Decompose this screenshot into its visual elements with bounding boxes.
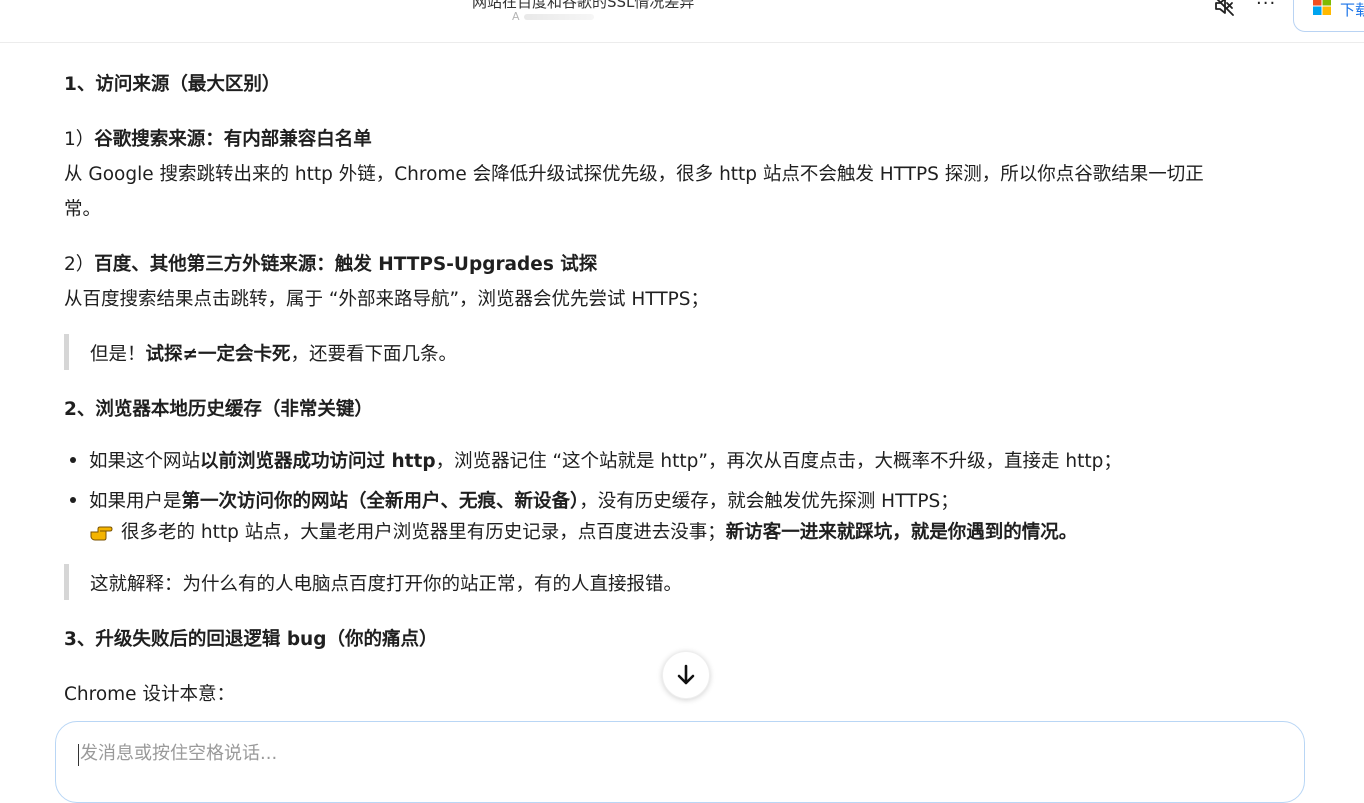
subpoint-2-body: 从百度搜索结果点击跳转，属于 “外部来路导航”，浏览器会优先尝试 HTTPS； (64, 289, 710, 310)
more-icon[interactable]: ··· (1256, 0, 1276, 14)
section-heading-1: 1、访问来源（最大区别） (64, 74, 281, 95)
header-bar: 网站在百度和谷歌的SSL情况差异 A ··· 下载 (0, 0, 1364, 43)
message-input[interactable] (78, 742, 1182, 765)
bullet-dot (70, 497, 76, 503)
list-item-text: 如果这个网站以前浏览器成功访问过 http，浏览器记住 “这个站就是 http”… (89, 451, 1122, 472)
subpoint-1-body-line1: 从 Google 搜索跳转出来的 http 外链，Chrome 会降低升级试探优… (64, 164, 1204, 185)
conversation-subtitle: A (512, 10, 598, 24)
speaker-mute-icon[interactable] (1212, 0, 1236, 18)
blockquote-1-text: 但是！试探≠一定会卡死，还要看下面几条。 (90, 344, 458, 365)
section-heading-2: 2、浏览器本地历史缓存（非常关键） (64, 399, 373, 420)
scroll-to-bottom-button[interactable] (662, 651, 710, 699)
download-label: 下载 (1340, 1, 1364, 19)
list-item-text: 如果用户是第一次访问你的网站（全新用户、无痕、新设备），没有历史缓存，就会触发优… (89, 491, 959, 512)
blockquote-1: 但是！试探≠一定会卡死，还要看下面几条。 (64, 334, 1269, 370)
download-button[interactable]: 下载 (1293, 0, 1364, 32)
pointing-hand-icon (90, 526, 113, 541)
subpoint-2-title: 2）百度、其他第三方外链来源：触发 HTTPS-Upgrades 试探 (64, 254, 598, 275)
microsoft-logo-icon (1313, 0, 1331, 15)
blockquote-2: 这就解释：为什么有的人电脑点百度打开你的站正常，有的人直接报错。 (64, 564, 1269, 600)
subpoint-1-body-line2: 常。 (64, 199, 102, 220)
section-heading-3: 3、升级失败后的回退逻辑 bug（你的痛点） (64, 629, 438, 650)
list-item-text: 很多老的 http 站点，大量老用户浏览器里有历史记录，点百度进去没事；新访客一… (89, 518, 1077, 544)
subpoint-1-title: 1）谷歌搜索来源：有内部兼容白名单 (64, 129, 372, 150)
arrow-down-icon (677, 664, 695, 685)
message-composer (55, 721, 1305, 803)
bullet-dot (70, 457, 76, 463)
blockquote-2-text: 这就解释：为什么有的人电脑点百度打开你的站正常，有的人直接报错。 (90, 574, 683, 595)
section-3-paragraph: Chrome 设计本意： (64, 684, 235, 705)
